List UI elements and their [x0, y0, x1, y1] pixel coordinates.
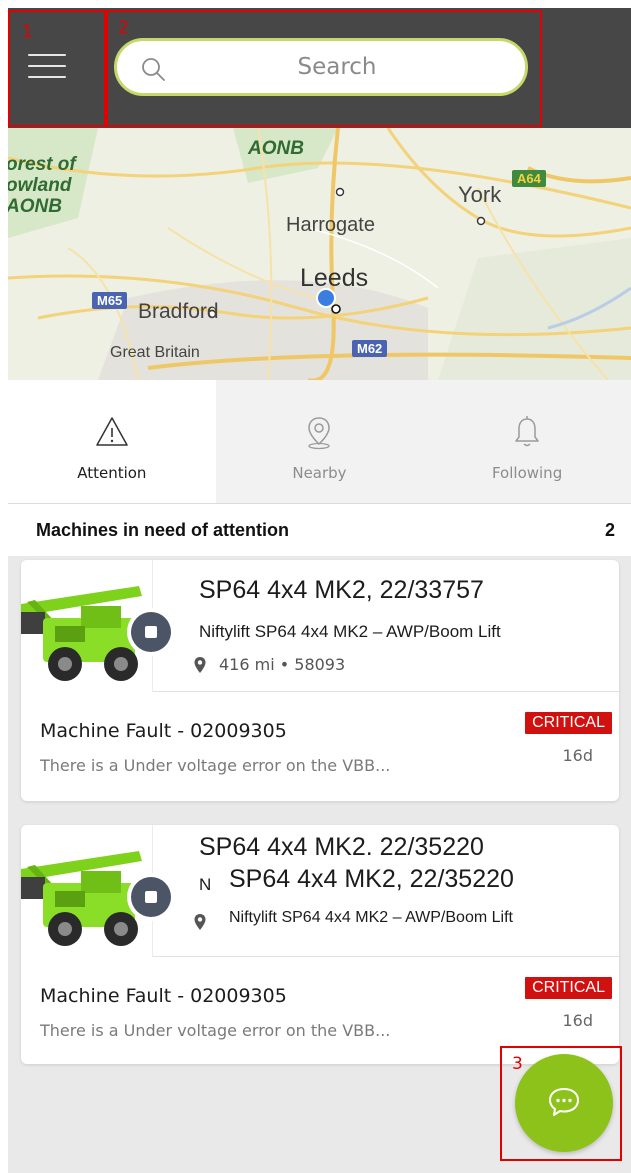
chat-bubbles-icon	[549, 1088, 579, 1116]
machine-distance: 416 mi • 58093	[219, 655, 346, 674]
stop-button[interactable]	[129, 875, 173, 919]
road-badge-a64: A64	[512, 170, 546, 187]
fault-title: Machine Fault - 02009305	[40, 720, 287, 742]
annotation-number-3: 3	[512, 1054, 523, 1074]
critical-badge: CRITICAL	[525, 712, 612, 734]
chat-fab-button[interactable]	[515, 1054, 613, 1152]
map-label-bradford: Bradford	[138, 300, 219, 323]
annotation-number-1: 1	[22, 22, 33, 42]
annotation-number-2: 2	[118, 18, 129, 38]
machine-card-header[interactable]: SP64 4x4 MK2. 22/35220 N SP64 4x4 MK2, 2…	[21, 825, 619, 957]
location-pin-icon	[194, 914, 206, 930]
fault-description: There is a Under voltage error on the VB…	[40, 756, 391, 775]
bell-icon	[515, 416, 539, 447]
map-label-leeds: Leeds	[300, 264, 369, 292]
location-pin-icon	[308, 417, 331, 450]
section-title: Machines in need of attention	[36, 520, 290, 540]
road-badge-m62: M62	[352, 340, 388, 357]
fault-age: 16d	[562, 746, 593, 765]
machine-card[interactable]: SP64 4x4 MK2, 22/33757 Niftylift SP64 4x…	[21, 560, 619, 801]
hamburger-icon-line	[28, 76, 66, 78]
location-pin-icon	[194, 657, 206, 673]
critical-badge: CRITICAL	[525, 977, 612, 999]
map-view[interactable]: AONB orest of owland AONB York Harrogate…	[8, 128, 631, 380]
machine-title-overlay: SP64 4x4 MK2, 22/35220	[229, 865, 514, 893]
app-frame: AONB orest of owland AONB York Harrogate…	[8, 8, 631, 1173]
machine-subtitle: Niftylift SP64 4x4 MK2 – AWP/Boom Lift	[199, 622, 501, 641]
stop-icon	[131, 877, 171, 917]
tab-attention-label: Attention	[77, 464, 147, 482]
machine-subtitle: Niftylift SP64 4x4 MK2 – AWP/Boom Lift	[229, 909, 513, 926]
search-input[interactable]	[177, 49, 497, 85]
machine-card-header[interactable]: SP64 4x4 MK2, 22/33757 Niftylift SP64 4x…	[21, 560, 619, 692]
tab-attention[interactable]: Attention	[8, 380, 216, 503]
map-label-great-britain: Great Britain	[110, 344, 200, 361]
machine-card[interactable]: SP64 4x4 MK2. 22/35220 N SP64 4x4 MK2, 2…	[21, 825, 619, 1064]
fault-description: There is a Under voltage error on the VB…	[40, 1021, 391, 1040]
fault-title: Machine Fault - 02009305	[40, 985, 287, 1007]
machine-title: SP64 4x4 MK2, 22/33757	[199, 576, 484, 604]
map-roads	[8, 128, 631, 380]
fault-age: 16d	[562, 1011, 593, 1030]
stop-icon	[131, 612, 171, 652]
section-count: 2	[604, 520, 615, 540]
map-label-forest: orest of owland AONB	[8, 154, 76, 217]
top-bar	[8, 8, 631, 128]
tab-nearby[interactable]: Nearby	[215, 380, 424, 503]
machine-title-prefix: N	[199, 875, 212, 894]
tab-nearby-label: Nearby	[292, 464, 347, 482]
search-bar[interactable]	[114, 38, 528, 96]
tab-bar: Attention Nearby Following	[8, 380, 631, 504]
tab-following[interactable]: Following	[423, 380, 631, 503]
hamburger-icon-line	[28, 54, 66, 56]
section-header: Machines in need of attention 2	[8, 504, 631, 556]
road-badge-m65: M65	[92, 292, 128, 309]
hamburger-menu-button[interactable]	[28, 52, 68, 82]
warning-icon	[96, 417, 128, 446]
tab-following-label: Following	[491, 464, 563, 482]
stop-button[interactable]	[129, 610, 173, 654]
search-icon	[142, 58, 165, 81]
map-label-york: York	[458, 182, 502, 207]
machine-title: SP64 4x4 MK2. 22/35220	[199, 833, 484, 861]
map-label-harrogate: Harrogate	[286, 214, 375, 236]
map-label-aonb: AONB	[248, 138, 304, 159]
hamburger-icon-line	[28, 65, 66, 67]
